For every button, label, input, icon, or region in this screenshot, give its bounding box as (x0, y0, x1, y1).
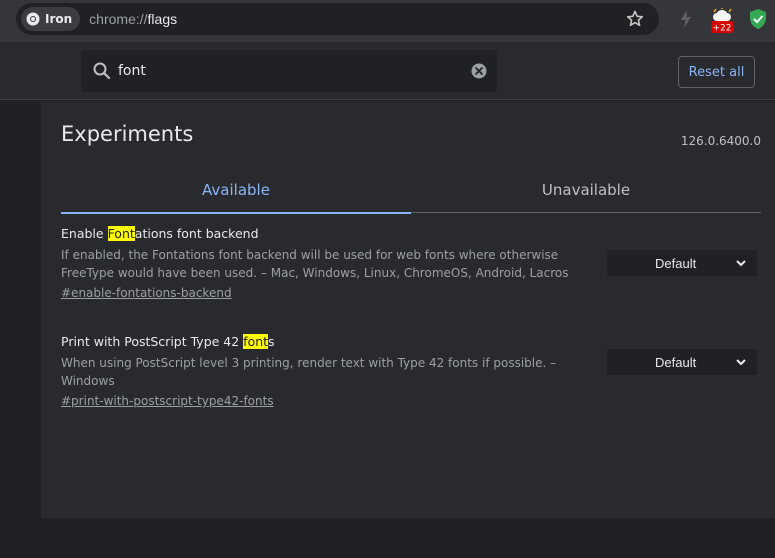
experiment-name-text: s (268, 334, 275, 349)
chrome-logo-icon (26, 12, 40, 26)
experiment-description: If enabled, the Fontations font backend … (61, 248, 569, 280)
search-input[interactable] (118, 60, 448, 82)
experiment-name: Print with PostScript Type 42 fonts (61, 333, 761, 350)
tab-bar: Available Unavailable (61, 177, 761, 214)
search-icon (93, 62, 111, 80)
browser-toolbar: Iron chrome://flags +22 (0, 0, 775, 42)
flags-search-header: Reset all (0, 42, 775, 100)
experiment-link[interactable]: #enable-fontations-backend (61, 286, 232, 300)
experiments-panel: Experiments 126.0.6400.0 Available Unava… (41, 101, 775, 518)
extension-shield-icon[interactable] (748, 8, 768, 30)
version-label: 126.0.6400.0 (680, 134, 761, 148)
address-bar[interactable]: Iron chrome://flags (16, 3, 659, 35)
experiment-item: Print with PostScript Type 42 fonts When… (61, 333, 761, 409)
reset-all-button[interactable]: Reset all (678, 56, 755, 88)
search-highlight: Font (107, 226, 135, 241)
url-path: flags (147, 11, 178, 27)
site-info-chip[interactable]: Iron (21, 7, 81, 31)
experiment-link[interactable]: #print-with-postscript-type42-fonts (61, 394, 274, 408)
experiment-name-text: Enable (61, 226, 108, 241)
experiment-name: Enable Fontations font backend (61, 225, 761, 242)
select-value: Default (655, 354, 697, 370)
url-text[interactable]: chrome://flags (89, 11, 177, 27)
bottom-strip (0, 518, 775, 558)
experiment-state-select[interactable]: Default (607, 250, 757, 276)
search-highlight: font (243, 334, 269, 349)
weather-badge-text: +22 (713, 24, 732, 34)
page-title: Experiments (61, 122, 194, 146)
left-gutter (0, 101, 41, 518)
chevron-down-icon (736, 359, 746, 366)
experiment-name-text: ations font backend (134, 226, 259, 241)
experiment-description: When using PostScript level 3 printing, … (61, 356, 557, 388)
chevron-down-icon (736, 260, 746, 267)
extension-lightning-icon[interactable] (677, 9, 695, 29)
clear-search-icon[interactable] (471, 63, 487, 79)
search-box[interactable] (81, 50, 497, 92)
experiment-state-select[interactable]: Default (607, 349, 757, 375)
select-value: Default (655, 255, 697, 271)
extension-weather-icon[interactable]: +22 (708, 8, 736, 34)
experiment-item: Enable Fontations font backend If enable… (61, 225, 761, 301)
tab-available[interactable]: Available (61, 177, 411, 214)
url-scheme: chrome:// (89, 11, 148, 27)
experiment-name-text: Print with PostScript Type 42 (61, 334, 244, 349)
site-chip-label: Iron (45, 12, 73, 26)
bookmark-star-icon[interactable] (625, 9, 645, 29)
tab-unavailable[interactable]: Unavailable (411, 177, 761, 213)
